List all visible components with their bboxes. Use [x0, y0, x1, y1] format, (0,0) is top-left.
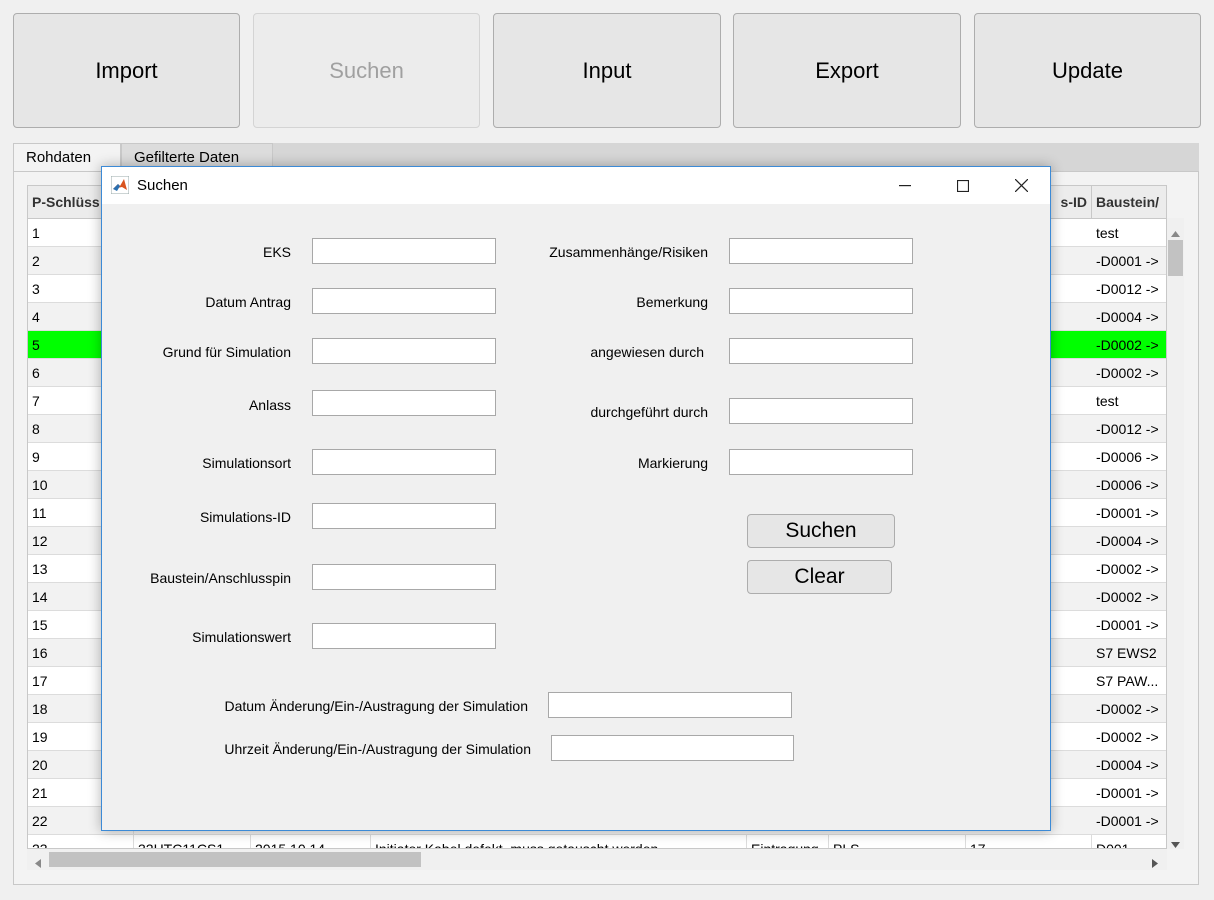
dialog-title: Suchen: [137, 177, 188, 194]
label-angewiesen-durch: angewiesen durch: [590, 344, 704, 360]
angewiesen-durch-input[interactable]: [729, 338, 913, 364]
datum-antrag-input[interactable]: [312, 288, 496, 314]
vertical-scrollbar[interactable]: [1167, 218, 1184, 849]
simulations-id-input[interactable]: [312, 503, 496, 529]
cell-baustein[interactable]: -D0001 ->: [1092, 779, 1166, 806]
anlass-input[interactable]: [312, 390, 496, 416]
dialog-titlebar[interactable]: Suchen: [102, 167, 1050, 204]
cell-baustein[interactable]: -D0001 ->: [1092, 499, 1166, 526]
label-anlass: Anlass: [248, 397, 291, 413]
cell-baustein[interactable]: -D0001 ->: [1092, 247, 1166, 274]
import-button[interactable]: Import: [13, 13, 240, 128]
zusammenhaenge-input[interactable]: [729, 238, 913, 264]
cell-baustein[interactable]: -D0002 ->: [1092, 723, 1166, 750]
durchgefuehrt-durch-input[interactable]: [729, 398, 913, 424]
uhrzeit-aenderung-input[interactable]: [551, 735, 794, 761]
cell-baustein[interactable]: test: [1092, 219, 1166, 246]
cell-baustein[interactable]: test: [1092, 387, 1166, 414]
label-baustein-anschlusspin: Baustein/Anschlusspin: [150, 570, 291, 586]
cell-baustein[interactable]: -D0002 ->: [1092, 695, 1166, 722]
label-simulationsort: Simulationsort: [202, 455, 291, 471]
markierung-input[interactable]: [729, 449, 913, 475]
label-simulations-id: Simulations-ID: [199, 509, 291, 525]
cell-baustein[interactable]: -D0001 ->: [1092, 807, 1166, 834]
minimize-icon[interactable]: [876, 167, 934, 204]
cell-grund[interactable]: Initiator Kabel defekt, muss getauscht w…: [371, 835, 747, 848]
dialog-search-button[interactable]: Suchen: [747, 514, 895, 548]
horizontal-scrollbar[interactable]: [27, 849, 1167, 870]
cell-baustein[interactable]: -D0012 ->: [1092, 415, 1166, 442]
scroll-left-icon[interactable]: [35, 855, 41, 872]
label-datum-antrag: Datum Antrag: [205, 294, 291, 310]
label-simulationswert: Simulationswert: [192, 629, 291, 645]
update-button[interactable]: Update: [974, 13, 1201, 128]
datum-aenderung-input[interactable]: [548, 692, 792, 718]
label-markierung: Markierung: [637, 455, 708, 471]
cell-ort[interactable]: PLS: [829, 835, 966, 848]
search-dialog: Suchen EKS Datum Antrag Grund für Simula…: [101, 166, 1051, 831]
label-datum-aenderung: Datum Änderung/Ein-/Austragung der Simul…: [224, 698, 528, 714]
cell-baustein[interactable]: -D0004 ->: [1092, 751, 1166, 778]
cell-baustein[interactable]: -D0004 ->: [1092, 527, 1166, 554]
cell-sim-id[interactable]: 17: [966, 835, 1092, 848]
eks-input[interactable]: [312, 238, 496, 264]
cell-baustein[interactable]: -D0001 ->: [1092, 611, 1166, 638]
cell-baustein[interactable]: -D0002 ->: [1092, 555, 1166, 582]
cell-id[interactable]: 23: [28, 835, 134, 848]
export-button[interactable]: Export: [733, 13, 961, 128]
suchen-button: Suchen: [253, 13, 480, 128]
maximize-icon[interactable]: [934, 167, 992, 204]
cell-baustein[interactable]: -D0002 ->: [1092, 583, 1166, 610]
label-grund-fuer-simulation: Grund für Simulation: [162, 344, 291, 360]
cell-baustein[interactable]: -D0006 ->: [1092, 443, 1166, 470]
matlab-icon: [110, 175, 130, 195]
simulationswert-input[interactable]: [312, 623, 496, 649]
cell-baustein[interactable]: -D0002 ->: [1092, 359, 1166, 386]
simulationsort-input[interactable]: [312, 449, 496, 475]
column-header-baustein[interactable]: Baustein/: [1092, 186, 1166, 219]
cell-anlass[interactable]: Eintragung: [747, 835, 829, 848]
cell-baustein[interactable]: -D0006 ->: [1092, 471, 1166, 498]
cell-baustein[interactable]: -D0002 ->: [1092, 331, 1166, 358]
scroll-right-icon[interactable]: [1152, 855, 1158, 872]
cell-baustein[interactable]: S7 EWS2: [1092, 639, 1166, 666]
label-zusammenhaenge-risiken: Zusammenhänge/Risiken: [549, 244, 708, 260]
vertical-scroll-thumb[interactable]: [1168, 240, 1183, 276]
grund-input[interactable]: [312, 338, 496, 364]
cell-baustein[interactable]: S7 PAW...: [1092, 667, 1166, 694]
clear-button[interactable]: Clear: [747, 560, 892, 594]
horizontal-scroll-thumb[interactable]: [49, 852, 421, 867]
input-button[interactable]: Input: [493, 13, 721, 128]
label-uhrzeit-aenderung: Uhrzeit Änderung/Ein-/Austragung der Sim…: [224, 741, 531, 757]
label-eks: EKS: [262, 244, 291, 260]
scroll-down-icon[interactable]: [1171, 835, 1180, 852]
table-row[interactable]: 23 32HTC11CS1 2015.10.14 Initiator Kabel de…: [28, 835, 1166, 849]
label-bemerkung: Bemerkung: [636, 294, 708, 310]
cell-eks[interactable]: 32HTC11CS1: [134, 835, 251, 848]
scroll-up-icon[interactable]: [1171, 224, 1180, 241]
cell-baustein[interactable]: -D0004 ->: [1092, 303, 1166, 330]
cell-datum[interactable]: 2015.10.14: [251, 835, 371, 848]
cell-baustein[interactable]: -D0012 ->: [1092, 275, 1166, 302]
cell-baustein[interactable]: D001: [1092, 835, 1166, 849]
close-icon[interactable]: [992, 167, 1050, 204]
bemerkung-input[interactable]: [729, 288, 913, 314]
baustein-input[interactable]: [312, 564, 496, 590]
label-durchgefuehrt-durch: durchgeführt durch: [590, 404, 708, 420]
